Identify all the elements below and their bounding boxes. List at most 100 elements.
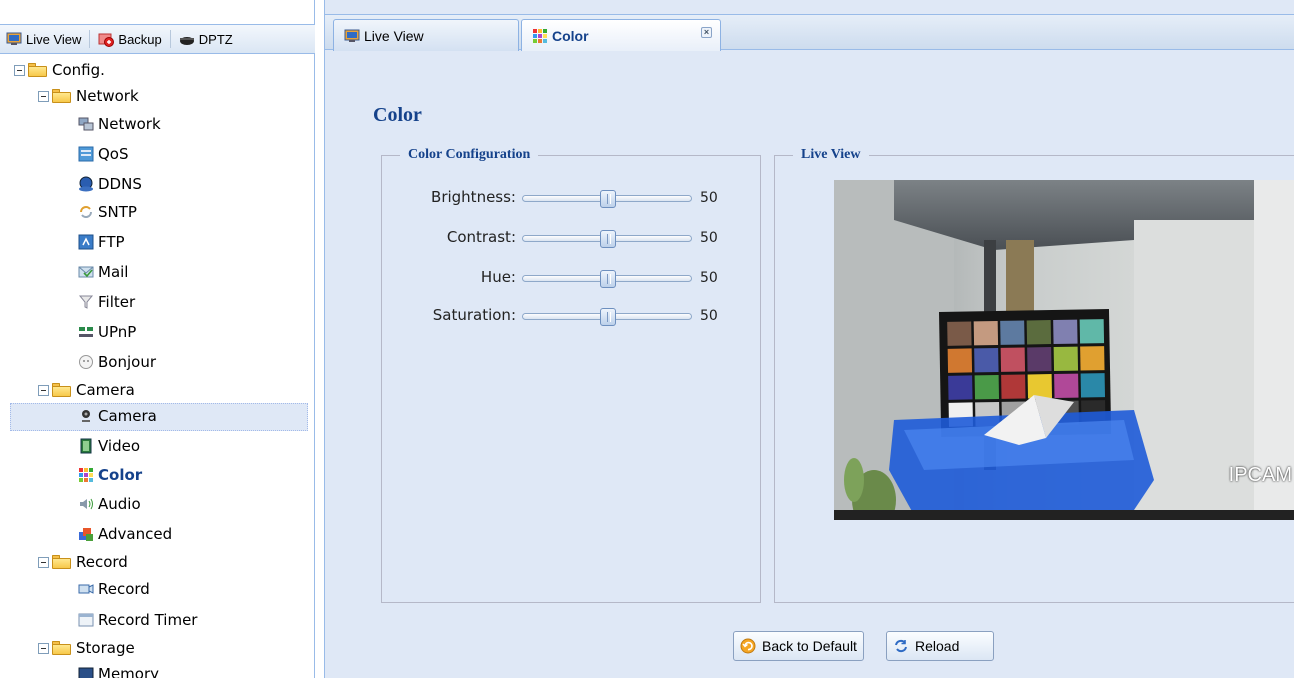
brightness-slider[interactable] xyxy=(522,190,692,208)
collapse-toggle-icon[interactable] xyxy=(38,556,49,568)
page-title: Color xyxy=(373,104,422,126)
saturation-slider-thumb[interactable] xyxy=(600,308,616,326)
tree-node-label: Camera xyxy=(76,381,135,399)
camera-icon xyxy=(78,408,94,424)
tree-item-label: DDNS xyxy=(98,175,142,193)
tree-node-record-group[interactable]: Record xyxy=(38,550,128,574)
color-icon xyxy=(532,28,548,44)
collapse-toggle-icon[interactable] xyxy=(38,642,49,654)
tree-node-camera-group[interactable]: Camera xyxy=(38,378,135,402)
tree-item-bonjour[interactable]: Bonjour xyxy=(78,350,156,374)
folder-open-icon xyxy=(52,383,72,397)
reload-button[interactable]: Reload xyxy=(886,631,994,661)
hue-value: 50 xyxy=(700,270,718,286)
backup-button-label: Backup xyxy=(118,31,162,47)
tree-item-upnp[interactable]: UPnP xyxy=(78,320,136,344)
tree-item-filter[interactable]: Filter xyxy=(78,290,135,314)
live-view-legend: Live View xyxy=(793,147,869,163)
collapse-toggle-icon[interactable] xyxy=(14,64,25,76)
advanced-icon xyxy=(78,526,94,542)
back-to-default-button[interactable]: Back to Default xyxy=(733,631,864,661)
tree-item-camera[interactable]: Camera xyxy=(78,404,157,428)
tree-item-record[interactable]: Record xyxy=(78,577,150,601)
tree-node-label: Storage xyxy=(76,639,135,657)
bonjour-icon xyxy=(78,354,94,370)
tree-item-mail[interactable]: Mail xyxy=(78,260,128,284)
hue-label: Hue: xyxy=(480,268,516,286)
saturation-label: Saturation: xyxy=(432,306,516,324)
tab-color[interactable]: Color × xyxy=(521,19,721,52)
reload-label: Reload xyxy=(915,638,960,654)
tree-item-label: QoS xyxy=(98,145,129,163)
tree-item-label: Network xyxy=(98,115,161,133)
live-view-button-label: Live View xyxy=(26,31,82,47)
tree-item-record-timer[interactable]: Record Timer xyxy=(78,608,197,632)
contrast-slider[interactable] xyxy=(522,230,692,248)
tree-item-label: Color xyxy=(98,466,143,484)
tab-label: Live View xyxy=(364,27,424,44)
collapse-toggle-icon[interactable] xyxy=(38,90,49,102)
tree-node-storage-group[interactable]: Storage xyxy=(38,636,135,660)
saturation-value: 50 xyxy=(700,308,718,324)
brightness-row: Brightness: 50 xyxy=(382,186,762,210)
brightness-slider-thumb[interactable] xyxy=(600,190,616,208)
close-icon[interactable]: × xyxy=(701,27,712,38)
tree-item-label: UPnP xyxy=(98,323,137,341)
video-icon xyxy=(78,438,94,454)
hue-slider[interactable] xyxy=(522,270,692,288)
backup-icon xyxy=(98,31,115,47)
contrast-value: 50 xyxy=(700,230,718,246)
camera-scene-image xyxy=(834,180,1294,520)
contrast-slider-thumb[interactable] xyxy=(600,230,616,248)
tree-item-color[interactable]: Color xyxy=(78,463,142,487)
tree-item-qos[interactable]: QoS xyxy=(78,142,129,166)
back-to-default-label: Back to Default xyxy=(762,638,857,654)
tree-item-label: Audio xyxy=(98,495,141,513)
mail-icon xyxy=(78,264,94,280)
toolbar-separator xyxy=(89,30,91,48)
folder-open-icon xyxy=(52,89,72,103)
live-view-button[interactable]: Live View xyxy=(0,28,87,50)
tree-item-network[interactable]: Network xyxy=(78,112,161,136)
contrast-row: Contrast: 50 xyxy=(382,226,762,250)
tree-item-ddns[interactable]: DDNS xyxy=(78,172,142,196)
tree-item-ftp[interactable]: FTP xyxy=(78,230,125,254)
dptz-button[interactable]: DPTZ xyxy=(173,28,239,50)
tree-node-label: Config. xyxy=(52,61,105,79)
tree-item-label: FTP xyxy=(98,233,125,251)
folder-open-icon xyxy=(52,555,72,569)
live-view-group: Live View IPCAM xyxy=(774,147,1294,603)
audio-icon xyxy=(78,496,94,512)
tree-item-label: Filter xyxy=(98,293,136,311)
content-area: Color Color Configuration Brightness: 50… xyxy=(325,51,1294,678)
tree-item-label: Memory xyxy=(98,665,160,678)
tree-node-config[interactable]: Config. xyxy=(14,58,105,82)
tree-item-sntp[interactable]: SNTP xyxy=(78,200,137,224)
collapse-toggle-icon[interactable] xyxy=(38,384,49,396)
qos-icon xyxy=(78,146,94,162)
tree-node-network-group[interactable]: Network xyxy=(38,84,139,108)
backup-button[interactable]: Backup xyxy=(92,28,167,50)
record-icon xyxy=(78,581,94,597)
hue-row: Hue: 50 xyxy=(382,266,762,290)
color-configuration-legend: Color Configuration xyxy=(400,147,539,163)
tree-item-memory[interactable]: Memory xyxy=(78,662,159,678)
saturation-row: Saturation: 50 xyxy=(382,304,762,328)
saturation-slider[interactable] xyxy=(522,308,692,326)
config-tree: Config. Network Network QoS DDNS SNTP FT… xyxy=(0,58,315,678)
brightness-value: 50 xyxy=(700,190,718,206)
folder-open-icon xyxy=(28,63,48,77)
memory-icon xyxy=(78,666,94,678)
tree-item-label: Bonjour xyxy=(98,353,156,371)
tab-live-view[interactable]: Live View xyxy=(333,19,519,51)
tree-node-label: Network xyxy=(76,87,139,105)
tree-item-audio[interactable]: Audio xyxy=(78,492,141,516)
live-video-feed[interactable]: IPCAM xyxy=(834,180,1294,520)
hue-slider-thumb[interactable] xyxy=(600,270,616,288)
tree-item-video[interactable]: Video xyxy=(78,434,140,458)
tree-item-label: Record xyxy=(98,580,150,598)
color-icon xyxy=(78,467,94,483)
tree-node-label: Record xyxy=(76,553,128,571)
upnp-icon xyxy=(78,324,94,340)
tree-item-advanced[interactable]: Advanced xyxy=(78,522,172,546)
